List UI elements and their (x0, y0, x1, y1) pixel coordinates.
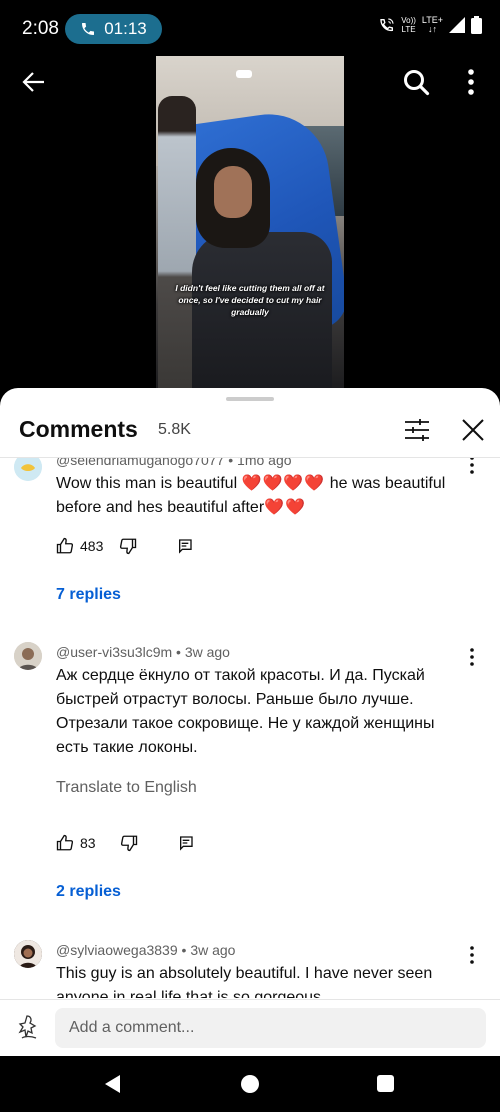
lte-indicator: LTE+ ↓↑ (421, 15, 443, 34)
comment-text: Аж сердце ёкнуло от такой красоты. И да.… (56, 667, 435, 756)
comment-age: 1mo ago (237, 458, 292, 468)
clock: 2:08 (22, 18, 59, 39)
volte-indicator: Vo)) LTE (401, 16, 416, 34)
comment-age: 3w ago (190, 942, 236, 958)
comment-actions: 83 (56, 832, 194, 854)
avatar[interactable] (14, 642, 42, 670)
comment-author[interactable]: @user-vi3su3lc9m (56, 644, 172, 660)
thumbs-down-icon[interactable] (120, 834, 138, 852)
nav-home-icon[interactable] (241, 1075, 259, 1093)
user-avatar[interactable] (14, 1012, 44, 1042)
search-icon[interactable] (402, 68, 430, 96)
video-thumbnail[interactable]: I didn't feel like cutting them all off … (156, 56, 344, 388)
comment-more-icon[interactable] (468, 648, 476, 666)
ongoing-call-chip[interactable]: 01:13 (65, 14, 162, 44)
signal-icon (449, 17, 465, 33)
status-bar: 2:08 01:13 Vo)) LTE LTE+ ↓↑ (0, 0, 500, 56)
video-caption: I didn't feel like cutting them all off … (175, 283, 325, 317)
comments-list[interactable]: @selendriamuganogo7077 • 1mo ago Wow thi… (0, 458, 500, 998)
comment-meta: @selendriamuganogo7077 • 1mo ago (56, 458, 292, 468)
thumbs-up-icon (56, 834, 74, 851)
thumbs-up-icon (56, 537, 74, 554)
heart-emojis: ❤️❤️ (264, 499, 306, 516)
system-nav-bar (0, 1056, 500, 1112)
nav-recents-icon[interactable] (377, 1075, 394, 1092)
comment-meta: @sylviaowega3839 • 3w ago (56, 942, 236, 958)
phone-icon (82, 23, 95, 35)
comment-author[interactable]: @sylviaowega3839 (56, 942, 178, 958)
like-button[interactable]: 83 (56, 834, 96, 852)
call-timer: 01:13 (104, 19, 147, 38)
reply-icon[interactable] (177, 538, 193, 554)
comments-count: 5.8K (158, 421, 191, 438)
comment-author[interactable]: @selendriamuganogo7077 (56, 458, 224, 468)
like-count: 483 (80, 538, 104, 554)
wifi-calling-icon (380, 18, 394, 32)
battery-icon (471, 16, 482, 34)
comments-title: Comments (19, 416, 138, 442)
thumbs-down-icon[interactable] (119, 537, 137, 555)
comment-text: This guy is an absolutely beautiful. I h… (56, 965, 433, 998)
translate-link[interactable]: Translate to English (56, 779, 197, 797)
comments-header: Comments 5.8K (0, 388, 500, 458)
heart-emojis: ❤️❤️❤️❤️ (241, 475, 326, 492)
add-comment-bar: Add a comment... (0, 999, 500, 1056)
avatar[interactable] (14, 940, 42, 968)
view-replies-button[interactable]: 2 replies (56, 883, 121, 901)
sort-filter-icon[interactable] (404, 418, 430, 442)
status-icons: Vo)) LTE LTE+ ↓↑ (379, 16, 482, 34)
nav-back-icon[interactable] (104, 1075, 122, 1093)
avatar[interactable] (14, 458, 42, 481)
more-vert-icon[interactable] (466, 68, 476, 96)
comments-sheet: Comments 5.8K @selendriamuganogo7077 • 1… (0, 388, 500, 1056)
add-comment-input[interactable]: Add a comment... (55, 1008, 486, 1048)
comment-text: Wow this man is beautiful ❤️❤️❤️❤️ he wa… (56, 475, 446, 516)
back-arrow-icon[interactable] (20, 68, 48, 96)
video-player[interactable]: I didn't feel like cutting them all off … (0, 56, 500, 388)
close-icon[interactable] (461, 418, 485, 442)
like-count: 83 (80, 835, 96, 851)
comment-age: 3w ago (184, 644, 230, 660)
reply-icon[interactable] (178, 835, 194, 851)
comment-meta: @user-vi3su3lc9m • 3w ago (56, 644, 230, 660)
view-replies-button[interactable]: 7 replies (56, 586, 121, 604)
comment-actions: 483 (56, 535, 193, 557)
comment-more-icon[interactable] (468, 946, 476, 964)
like-button[interactable]: 483 (56, 537, 103, 555)
